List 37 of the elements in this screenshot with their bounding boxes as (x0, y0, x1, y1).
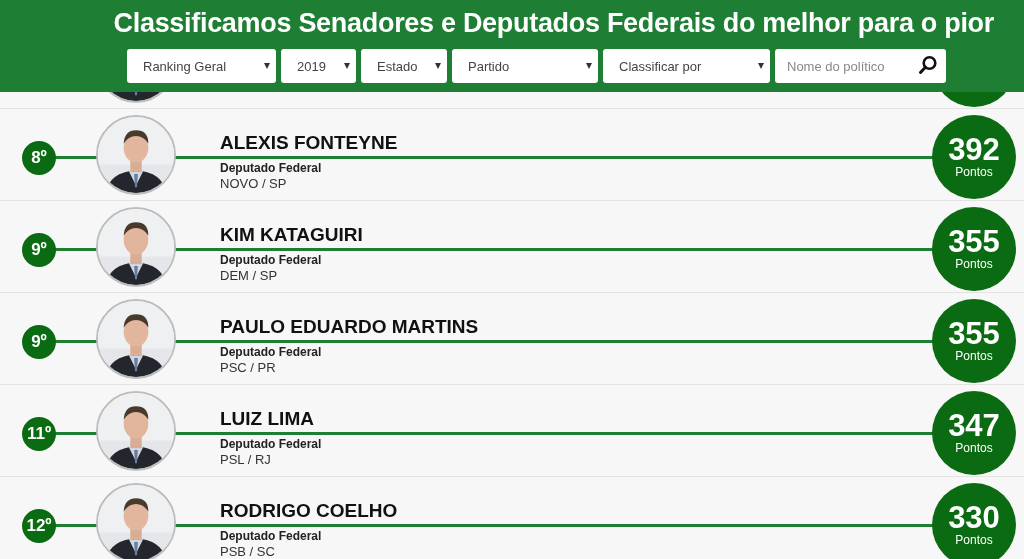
rank-badge: 9º (22, 232, 56, 267)
rank-badge: 9º (22, 324, 56, 359)
score-unit: Pontos (955, 532, 993, 547)
rank-badge: 8º (22, 140, 56, 175)
caret-icon (758, 63, 764, 69)
score-value: 392 (948, 134, 1000, 165)
score-unit: Pontos (955, 440, 993, 455)
page-title: Classificamos Senadores e Deputados Federais do melhor para o pior (113, 8, 994, 39)
score-value: 355 (948, 318, 1000, 349)
caret-icon (435, 63, 441, 69)
rank-badge: 12º (22, 508, 56, 543)
party-state: PSC / PR (220, 360, 276, 375)
politician-role: Deputado Federal (220, 253, 322, 267)
filter-dropdown[interactable]: Classificar por (603, 49, 770, 83)
caret-icon (264, 63, 270, 69)
score-unit: Pontos (955, 348, 993, 363)
party-state: PSL / RJ (220, 452, 271, 467)
rank-badge: 11º (22, 416, 56, 451)
caret-icon (344, 63, 350, 69)
search-field[interactable]: Nome do político (775, 49, 946, 83)
score-value: 330 (948, 502, 1000, 533)
caret-icon (586, 63, 592, 69)
filter-dropdown[interactable]: Ranking Geral (127, 49, 276, 83)
filter-dropdown[interactable]: Partido (452, 49, 598, 83)
score-unit: Pontos (955, 256, 993, 271)
politician-role: Deputado Federal (220, 161, 322, 175)
score-unit: Pontos (955, 164, 993, 179)
politician-role: Deputado Federal (220, 529, 322, 543)
party-state: NOVO / SP (220, 176, 287, 191)
party-state: PSB / SC (220, 544, 275, 559)
filter-dropdown[interactable]: 2019 (281, 49, 356, 83)
party-state: DEM / SP (220, 268, 278, 283)
score-value: 355 (948, 226, 1000, 257)
filter-dropdown[interactable]: Estado (361, 49, 447, 83)
politician-role: Deputado Federal (220, 437, 322, 451)
score-value: 347 (948, 410, 1000, 441)
politician-role: Deputado Federal (220, 345, 322, 359)
